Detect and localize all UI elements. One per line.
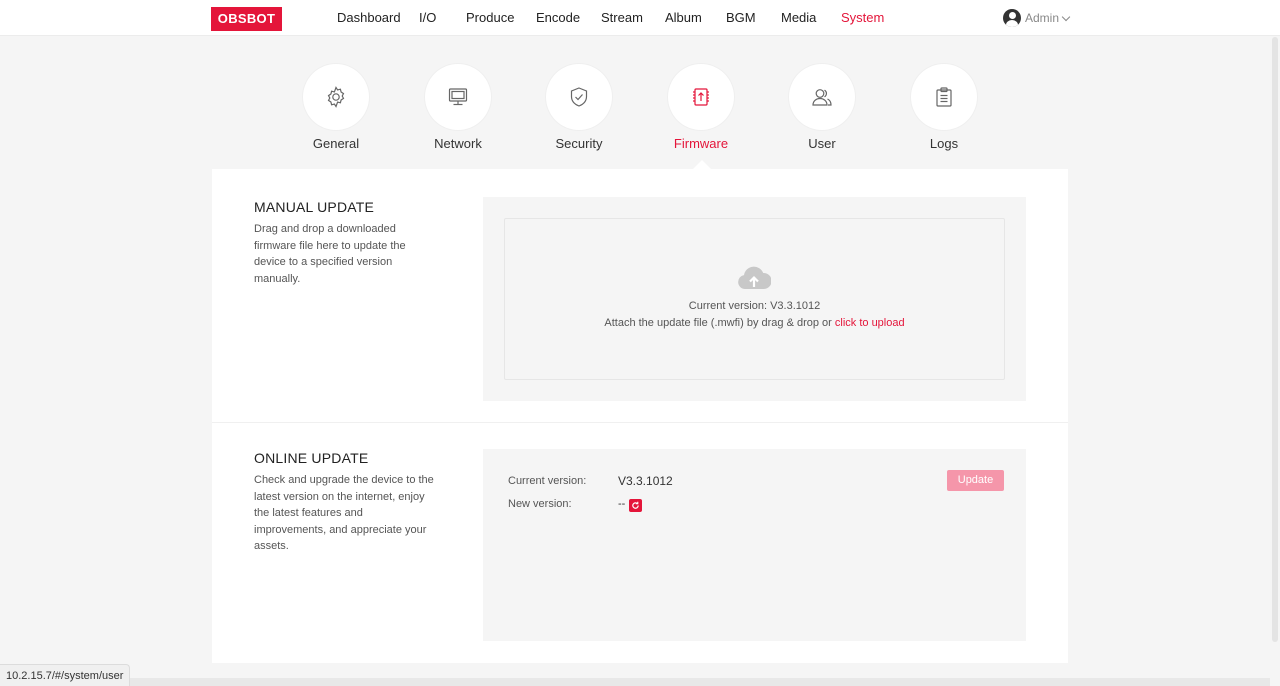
user-avatar-icon — [1003, 9, 1021, 27]
nav-dashboard[interactable]: Dashboard — [337, 10, 401, 26]
nav-media[interactable]: Media — [781, 10, 816, 26]
monitor-icon — [448, 88, 468, 106]
nav-io[interactable]: I/O — [419, 10, 436, 26]
tab-logs-label: Logs — [929, 136, 959, 151]
section-divider — [212, 422, 1068, 423]
tab-general-label: General — [312, 136, 360, 151]
tab-security[interactable]: Security — [546, 64, 612, 151]
shield-check-icon — [570, 87, 588, 107]
tab-user[interactable]: User — [789, 64, 855, 151]
nav-encode[interactable]: Encode — [536, 10, 580, 26]
nav-stream[interactable]: Stream — [601, 10, 643, 26]
refresh-icon — [632, 501, 639, 509]
chip-upload-icon — [693, 88, 709, 106]
obsbot-logo[interactable]: OBSBOT — [211, 7, 282, 31]
upload-current-version: Current version: V3.3.1012 — [688, 300, 821, 312]
online-update-description: Check and upgrade the device to the late… — [254, 474, 434, 552]
manual-update-title: MANUAL UPDATE — [254, 199, 375, 215]
tab-firmware-label: Firmware — [673, 136, 729, 151]
upload-instructions: Attach the update file (.mwfi) by drag &… — [504, 317, 1005, 329]
current-version-label: Current version: — [508, 475, 587, 487]
tab-network-label: Network — [434, 136, 482, 151]
user-name: Admin — [1025, 11, 1060, 25]
tab-user-label: User — [808, 136, 836, 151]
update-button[interactable]: Update — [947, 470, 1004, 491]
top-navbar: OBSBOT Dashboard I/O Produce Encode Stre… — [0, 0, 1280, 36]
user-menu[interactable]: Admin — [1003, 9, 1071, 27]
firmware-dropzone[interactable] — [504, 218, 1005, 380]
nav-system[interactable]: System — [841, 10, 884, 26]
clipboard-icon — [936, 87, 952, 107]
vertical-scrollbar-thumb[interactable] — [1272, 37, 1278, 642]
nav-bgm[interactable]: BGM — [726, 10, 756, 26]
horizontal-scrollbar[interactable] — [0, 678, 1270, 686]
new-version-value: -- — [618, 498, 626, 510]
tab-firmware[interactable]: Firmware — [668, 64, 734, 151]
online-update-title: ONLINE UPDATE — [254, 450, 369, 466]
nav-produce[interactable]: Produce — [466, 10, 514, 26]
nav-album[interactable]: Album — [665, 10, 702, 26]
refresh-version-button[interactable] — [629, 499, 642, 512]
click-to-upload-link[interactable]: click to upload — [835, 317, 905, 329]
manual-update-description: Drag and drop a downloaded firmware file… — [254, 223, 406, 285]
cloud-upload-icon — [738, 266, 771, 289]
tab-network[interactable]: Network — [425, 64, 491, 151]
current-version-value: V3.3.1012 — [618, 474, 673, 488]
tab-logs[interactable]: Logs — [911, 64, 977, 151]
status-bar-url: 10.2.15.7/#/system/user — [0, 664, 131, 686]
tab-security-label: Security — [555, 136, 603, 151]
gear-icon — [327, 86, 345, 108]
users-icon — [812, 89, 832, 106]
new-version-label: New version: — [508, 498, 572, 510]
tab-general[interactable]: General — [303, 64, 369, 151]
chevron-down-icon — [1061, 12, 1071, 21]
active-tab-pointer — [692, 160, 712, 170]
upload-attach-text: Attach the update file (.mwfi) by drag &… — [604, 317, 835, 329]
